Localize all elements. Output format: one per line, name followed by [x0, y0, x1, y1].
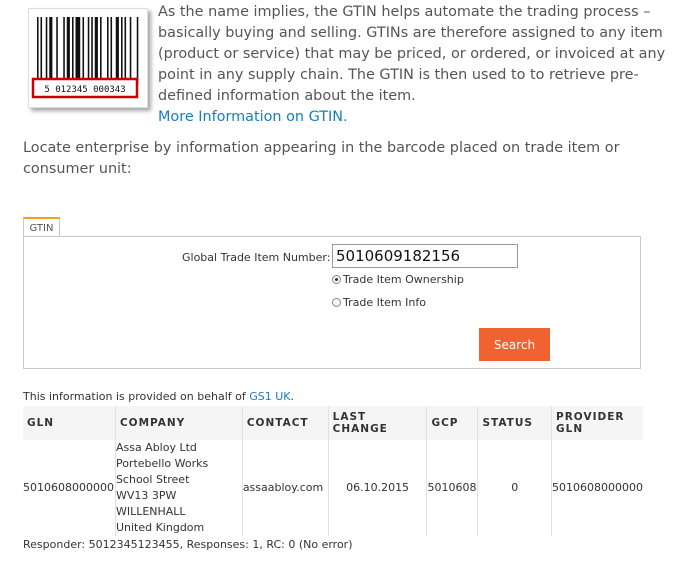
- header-gln: GLN: [23, 406, 116, 440]
- cell-provider-gln: 5010608000000: [552, 481, 643, 494]
- radio-label: Trade Item Info: [343, 296, 426, 309]
- barcode-image: 5 012345 000343: [28, 8, 148, 108]
- company-line: School Street: [115, 473, 190, 486]
- barcode-number: 5 012345 000343: [44, 85, 125, 95]
- search-button[interactable]: Search: [479, 328, 550, 361]
- table-row: 5010608000000 Assa Abloy Ltd Portebello …: [23, 440, 643, 536]
- radio-button-icon[interactable]: [332, 275, 341, 284]
- header-status: STATUS: [477, 406, 553, 440]
- provider-note: This information is provided on behalf o…: [23, 390, 294, 403]
- gtin-input[interactable]: [332, 244, 518, 268]
- table-header-row: GLN COMPANY CONTACT LAST CHANGE GCP STAT…: [23, 406, 643, 440]
- barcode-graphic: 5 012345 000343: [31, 17, 139, 99]
- tab-gtin[interactable]: GTIN: [23, 217, 60, 236]
- intro-text: As the name implies, the GTIN helps auto…: [158, 4, 666, 104]
- responder-status: Responder: 5012345123455, Responses: 1, …: [23, 538, 353, 551]
- locate-instruction: Locate enterprise by information appeari…: [23, 140, 620, 177]
- header-provider-gln: PROVIDER GLN: [551, 406, 643, 440]
- provider-note-suffix: .: [290, 390, 295, 403]
- company-line: United Kingdom: [115, 521, 205, 534]
- provider-note-prefix: This information is provided on behalf o…: [23, 390, 250, 403]
- company-line: Assa Abloy Ltd: [115, 441, 197, 454]
- radio-button-icon[interactable]: [332, 298, 341, 307]
- company-line: WILLENHALL: [115, 505, 186, 518]
- cell-company: Assa Abloy Ltd Portebello Works School S…: [115, 440, 243, 536]
- header-last-change: LAST CHANGE: [328, 406, 428, 440]
- radio-label: Trade Item Ownership: [343, 273, 464, 286]
- more-info-link[interactable]: More Information on GTIN.: [158, 109, 348, 125]
- results-table: GLN COMPANY CONTACT LAST CHANGE GCP STAT…: [23, 406, 643, 536]
- company-line: Portebello Works: [115, 457, 209, 470]
- cell-gln: 5010608000000: [23, 440, 116, 536]
- cell-last-change: 06.10.2015: [328, 440, 428, 536]
- header-company: COMPANY: [115, 406, 243, 440]
- header-contact: CONTACT: [242, 406, 329, 440]
- cell-gcp: 5010608: [426, 440, 479, 536]
- radio-trade-item-ownership[interactable]: Trade Item Ownership: [332, 273, 464, 286]
- header-gcp: GCP: [426, 406, 479, 440]
- company-line: WV13 3PW: [115, 489, 177, 502]
- gtin-field-label: Global Trade Item Number:: [182, 251, 331, 264]
- gs1-uk-link[interactable]: GS1 UK: [249, 390, 290, 403]
- intro-paragraph: As the name implies, the GTIN helps auto…: [158, 2, 688, 128]
- cell-contact: assaabloy.com: [242, 440, 329, 536]
- radio-trade-item-info[interactable]: Trade Item Info: [332, 296, 426, 309]
- cell-status: 0: [477, 440, 553, 536]
